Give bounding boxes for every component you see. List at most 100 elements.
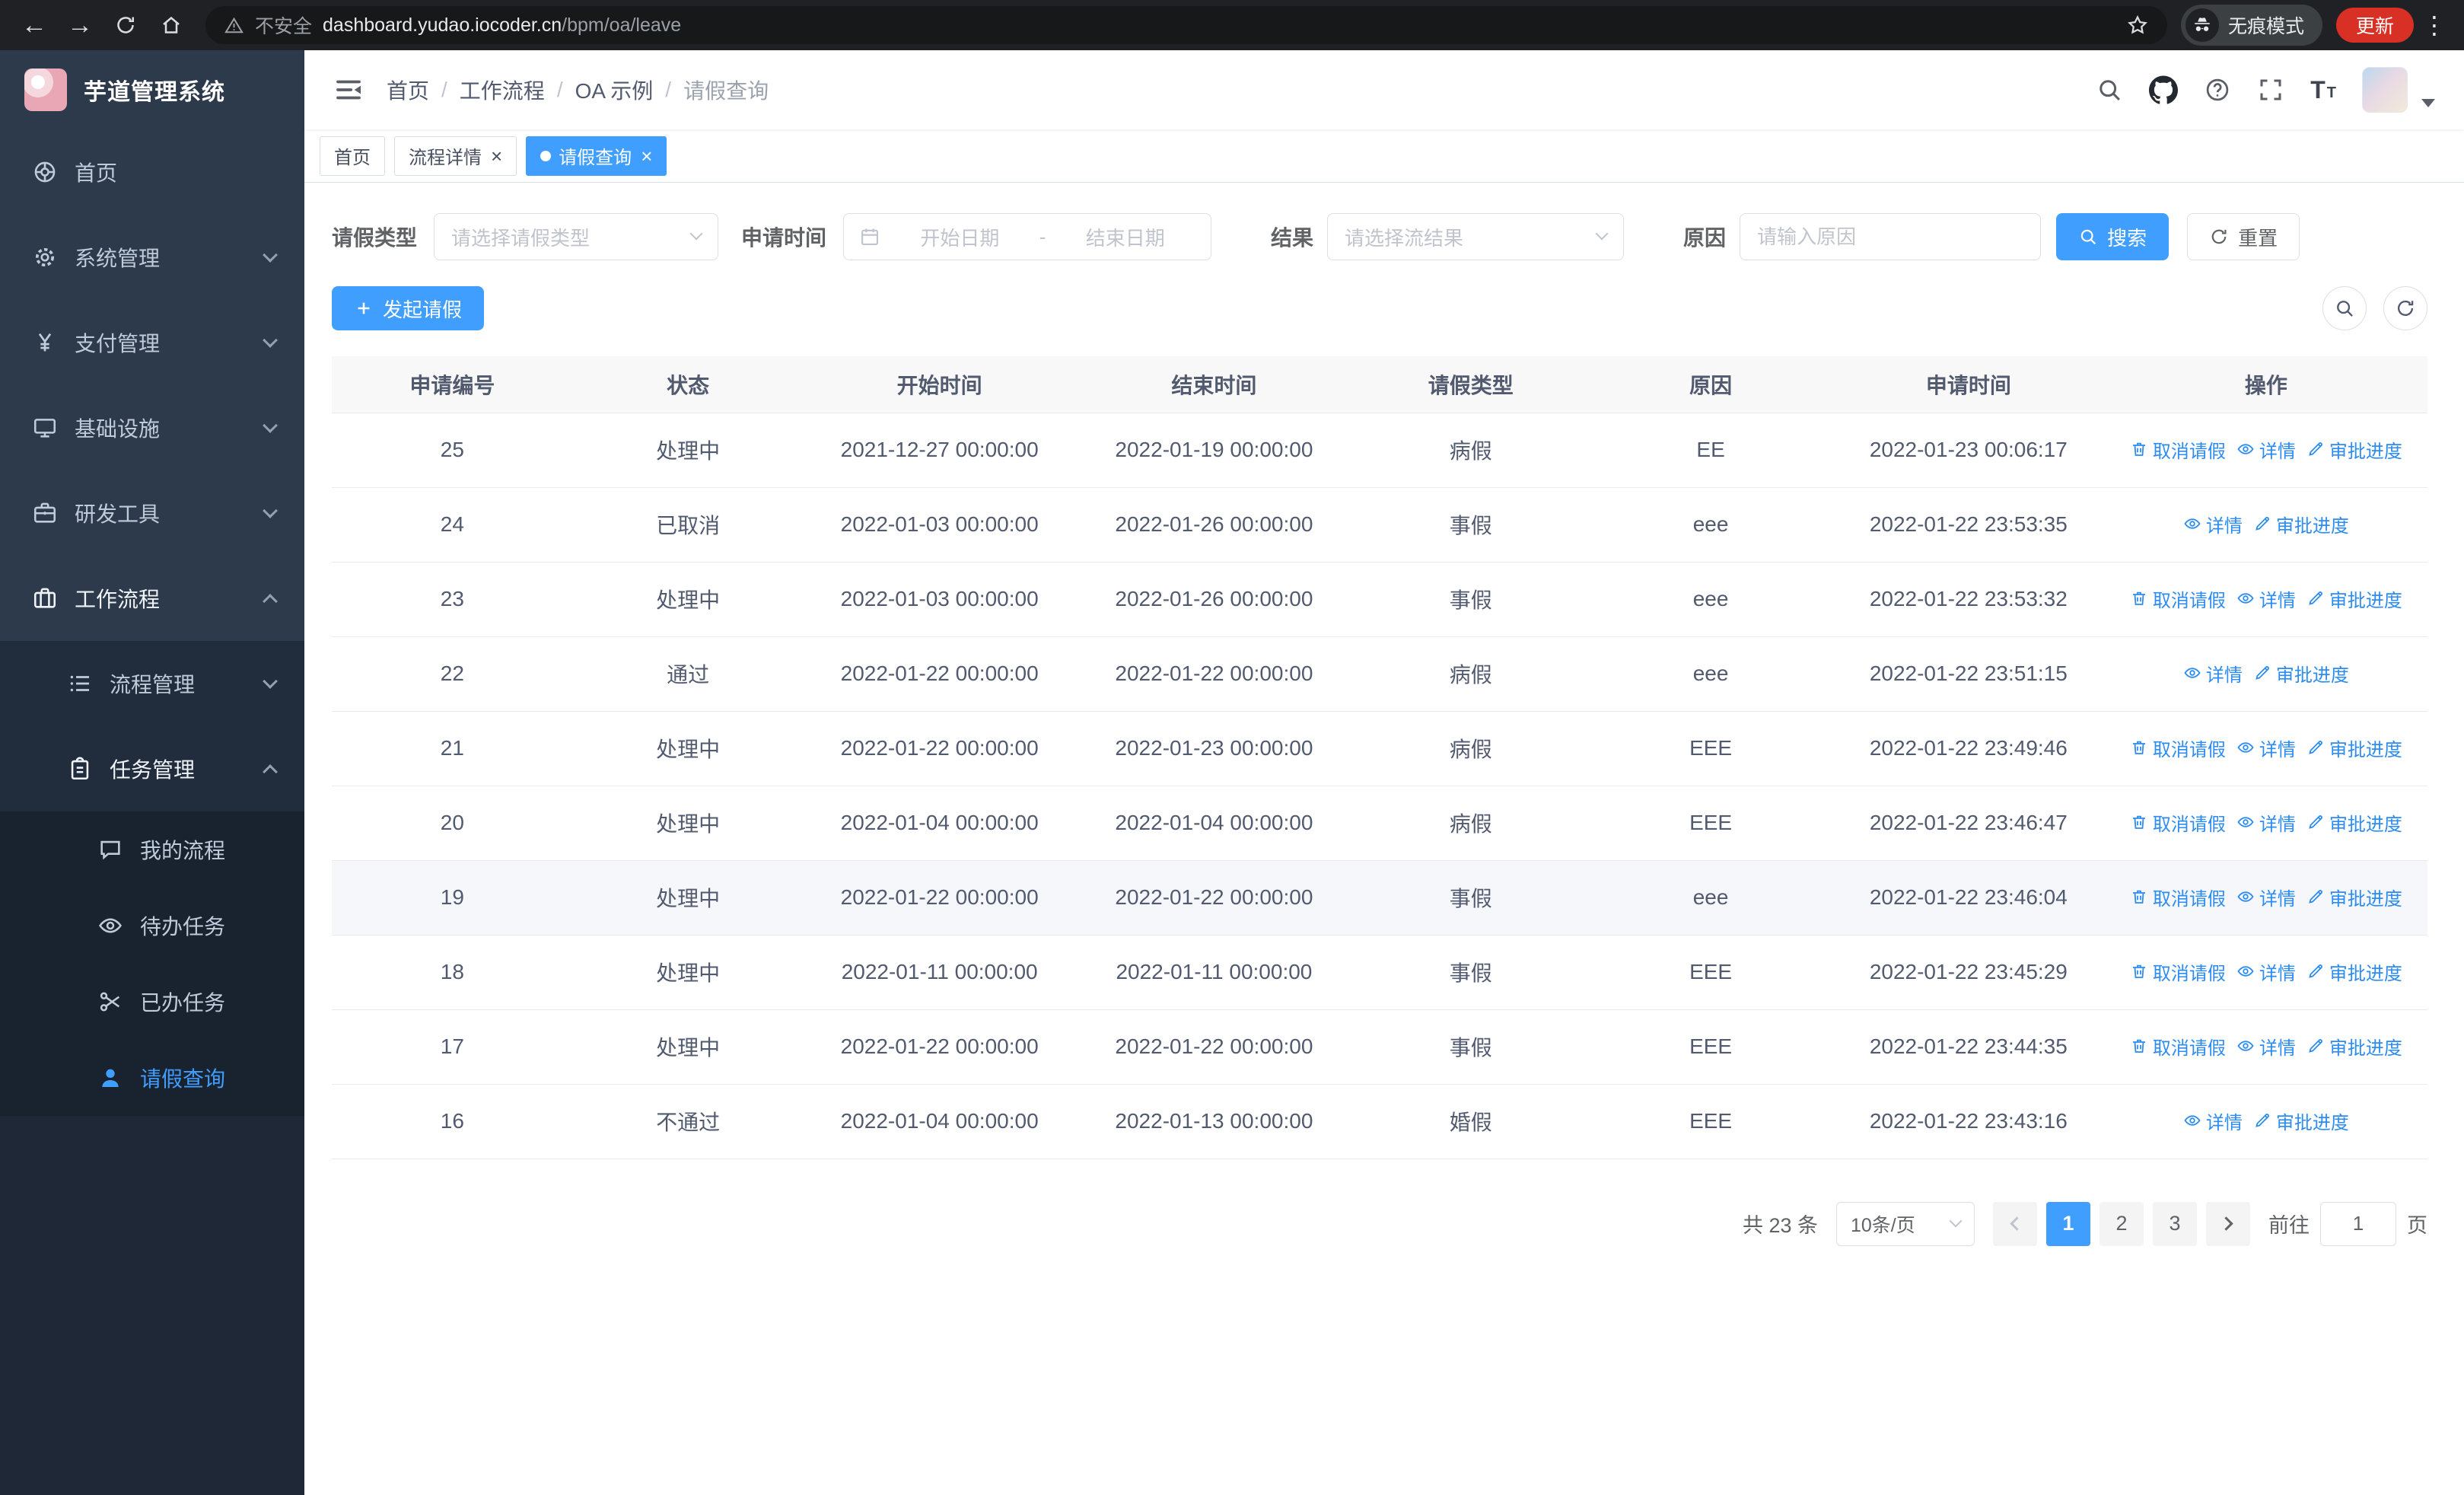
cell-id: 25 bbox=[332, 413, 573, 488]
details-link[interactable]: 详情 bbox=[2236, 436, 2296, 463]
approval-progress-link[interactable]: 审批进度 bbox=[2253, 1108, 2349, 1134]
approval-progress-link[interactable]: 审批进度 bbox=[2306, 585, 2402, 612]
toggle-search-button[interactable] bbox=[2322, 286, 2367, 330]
details-link[interactable]: 详情 bbox=[2183, 511, 2243, 537]
details-link[interactable]: 详情 bbox=[2236, 958, 2296, 985]
sidebar-item-infrastructure[interactable]: 基础设施 bbox=[0, 385, 304, 470]
reset-button[interactable]: 重置 bbox=[2187, 213, 2300, 260]
create-leave-button[interactable]: 发起请假 bbox=[332, 286, 485, 330]
chevron-down-icon bbox=[263, 333, 278, 348]
filter-bar: 请假类型 请选择请假类型 申请时间 开始日期 - 结束日期 结果 请选择流结果 bbox=[332, 213, 2427, 260]
sidebar-item-done-tasks[interactable]: 已办任务 bbox=[0, 964, 304, 1040]
approval-progress-link[interactable]: 审批进度 bbox=[2306, 735, 2402, 761]
sidebar-item-process-management[interactable]: 流程管理 bbox=[0, 641, 304, 726]
browser-update-button[interactable]: 更新 bbox=[2335, 8, 2414, 43]
prev-page-button[interactable] bbox=[1993, 1201, 2037, 1246]
approval-progress-link[interactable]: 审批进度 bbox=[2306, 809, 2402, 836]
leave-type-select[interactable]: 请选择请假类型 bbox=[434, 213, 719, 260]
reload-icon bbox=[114, 14, 137, 37]
page-size-select[interactable]: 10条/页 bbox=[1836, 1201, 1975, 1246]
github-icon[interactable] bbox=[2149, 75, 2179, 104]
cell-id: 23 bbox=[332, 562, 573, 637]
back-button[interactable]: ← bbox=[14, 5, 55, 46]
details-link[interactable]: 详情 bbox=[2236, 735, 2296, 761]
tab-leave-query[interactable]: 请假查询 × bbox=[526, 135, 667, 176]
avatar[interactable] bbox=[2362, 67, 2408, 113]
cancel-leave-link[interactable]: 取消请假 bbox=[2130, 958, 2226, 985]
sidebar-item-home[interactable]: 首页 bbox=[0, 129, 304, 215]
tab-close-icon[interactable]: × bbox=[491, 146, 502, 166]
sidebar-item-leave-query[interactable]: 请假查询 bbox=[0, 1040, 304, 1116]
next-page-button[interactable] bbox=[2206, 1201, 2250, 1246]
cancel-leave-link[interactable]: 取消请假 bbox=[2130, 884, 2226, 910]
tab-process-detail[interactable]: 流程详情 × bbox=[394, 135, 517, 176]
breadcrumb-item-workflow[interactable]: 工作流程 bbox=[460, 75, 545, 105]
cell-end_time: 2022-01-22 00:00:00 bbox=[1075, 636, 1353, 712]
cancel-leave-link[interactable]: 取消请假 bbox=[2130, 735, 2226, 761]
sidebar-item-todo-tasks[interactable]: 待办任务 bbox=[0, 888, 304, 964]
approval-progress-link[interactable]: 审批进度 bbox=[2253, 660, 2349, 687]
sidebar-item-task-management[interactable]: 任务管理 bbox=[0, 726, 304, 811]
forward-button[interactable]: → bbox=[59, 5, 100, 46]
details-link[interactable]: 详情 bbox=[2183, 1108, 2243, 1134]
cell-leave_type: 病假 bbox=[1352, 636, 1590, 712]
cell-end_time: 2022-01-13 00:00:00 bbox=[1075, 1084, 1353, 1159]
details-link[interactable]: 详情 bbox=[2183, 660, 2243, 687]
sidebar-logo-row[interactable]: 芋道管理系统 bbox=[0, 50, 304, 129]
details-link[interactable]: 详情 bbox=[2236, 809, 2296, 836]
goto-page-input[interactable] bbox=[2320, 1201, 2396, 1246]
cell-status: 已取消 bbox=[572, 487, 804, 563]
cancel-leave-link[interactable]: 取消请假 bbox=[2130, 809, 2226, 836]
breadcrumb-item-oa-example[interactable]: OA 示例 bbox=[575, 75, 654, 105]
home-button[interactable] bbox=[151, 5, 192, 46]
details-link[interactable]: 详情 bbox=[2236, 884, 2296, 910]
approval-progress-link[interactable]: 审批进度 bbox=[2253, 511, 2349, 537]
avatar-dropdown-caret-icon[interactable] bbox=[2421, 98, 2435, 107]
approval-progress-link[interactable]: 审批进度 bbox=[2306, 436, 2402, 463]
page-button-3[interactable]: 3 bbox=[2153, 1201, 2197, 1246]
page-button-1[interactable]: 1 bbox=[2046, 1201, 2090, 1246]
tab-label: 首页 bbox=[334, 148, 371, 168]
cancel-leave-link[interactable]: 取消请假 bbox=[2130, 1033, 2226, 1060]
active-tab-d ot bbox=[540, 150, 552, 161]
action-label: 审批进度 bbox=[2329, 739, 2402, 760]
tab-close-icon[interactable]: × bbox=[641, 146, 652, 166]
sidebar-item-payment-management[interactable]: 支付管理 bbox=[0, 300, 304, 385]
pen-icon bbox=[2253, 1111, 2271, 1130]
apply-time-range-picker[interactable]: 开始日期 - 结束日期 bbox=[843, 213, 1212, 260]
chevron-up-icon bbox=[263, 764, 278, 779]
details-link[interactable]: 详情 bbox=[2236, 1033, 2296, 1060]
approval-progress-link[interactable]: 审批进度 bbox=[2306, 884, 2402, 910]
sidebar-item-dev-tools[interactable]: 研发工具 bbox=[0, 470, 304, 556]
sidebar-item-my-process[interactable]: 我的流程 bbox=[0, 811, 304, 888]
address-bar[interactable]: 不安全 dashboard.yudao.iocoder.cn/bpm/oa/le… bbox=[205, 6, 2167, 44]
details-link[interactable]: 详情 bbox=[2236, 585, 2296, 612]
approval-progress-link[interactable]: 审批进度 bbox=[2306, 1033, 2402, 1060]
header-search-icon[interactable] bbox=[2096, 76, 2123, 104]
refresh-table-button[interactable] bbox=[2383, 286, 2427, 330]
cell-start_time: 2022-01-22 00:00:00 bbox=[803, 636, 1076, 712]
approval-progress-link[interactable]: 审批进度 bbox=[2306, 958, 2402, 985]
eye-icon bbox=[97, 913, 123, 939]
sidebar-item-system-management[interactable]: 系统管理 bbox=[0, 215, 304, 300]
browser-menu-icon[interactable]: ⋮ bbox=[2418, 11, 2450, 40]
bookmark-star-icon[interactable] bbox=[2126, 14, 2149, 37]
result-select[interactable]: 请选择流结果 bbox=[1327, 213, 1625, 260]
sidebar-collapse-icon[interactable] bbox=[333, 75, 364, 105]
cell-reason: EEE bbox=[1589, 1009, 1832, 1085]
sidebar-item-workflow[interactable]: 工作流程 bbox=[0, 556, 304, 641]
breadcrumb-item-home[interactable]: 首页 bbox=[387, 75, 429, 105]
cancel-leave-link[interactable]: 取消请假 bbox=[2130, 585, 2226, 612]
reload-button[interactable] bbox=[105, 5, 146, 46]
fullscreen-icon[interactable] bbox=[2257, 76, 2284, 104]
page-button-2[interactable]: 2 bbox=[2099, 1201, 2144, 1246]
tab-home[interactable]: 首页 bbox=[320, 135, 385, 176]
suitcase-icon bbox=[32, 585, 58, 611]
search-button[interactable]: 搜索 bbox=[2056, 213, 2170, 260]
cancel-leave-link[interactable]: 取消请假 bbox=[2130, 436, 2226, 463]
font-size-icon[interactable]: TT bbox=[2310, 78, 2336, 102]
sidebar-item-label: 研发工具 bbox=[75, 502, 161, 526]
help-icon[interactable] bbox=[2204, 76, 2231, 104]
page-size-label: 10条/页 bbox=[1851, 1214, 1915, 1236]
reason-input[interactable] bbox=[1740, 213, 2042, 260]
